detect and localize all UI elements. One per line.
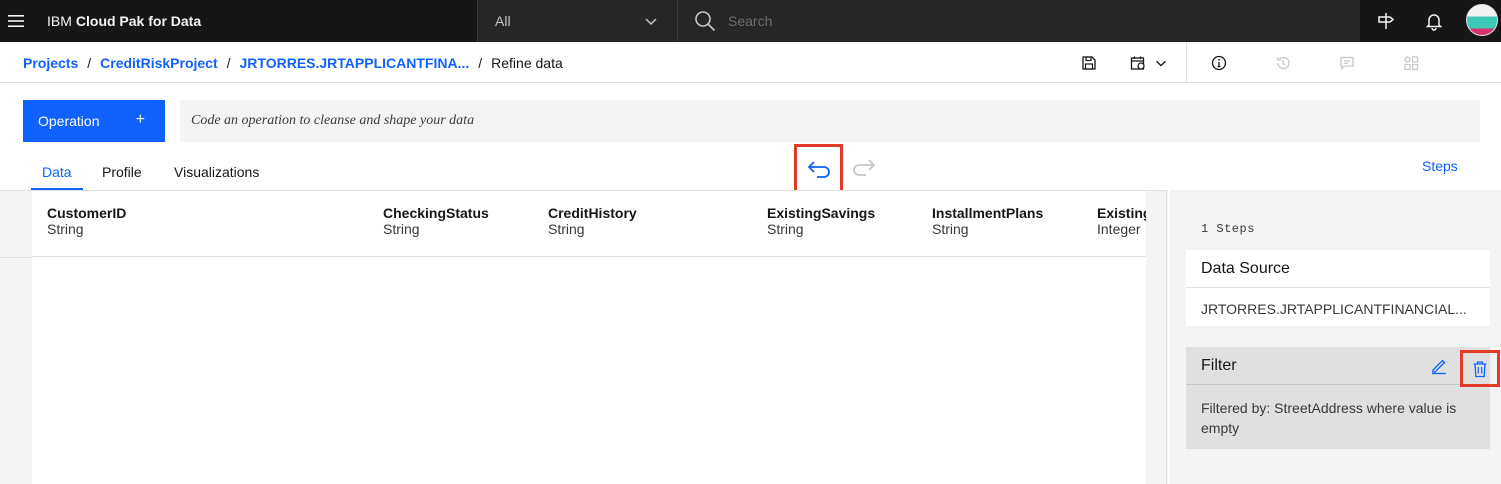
step-title: Data Source xyxy=(1186,250,1490,288)
user-avatar[interactable] xyxy=(1466,4,1498,36)
column-type: Integer xyxy=(1097,221,1141,237)
step-description: JRTORRES.JRTAPPLICANTFINANCIAL... xyxy=(1201,301,1467,317)
column-name: ExistingSavings xyxy=(767,205,876,221)
column-name: CreditHistory xyxy=(548,205,637,221)
column-header-existingsavings[interactable]: ExistingSavings String xyxy=(767,205,875,237)
steps-panel: 1 Steps Data Source JRTORRES.JRTAPPLICAN… xyxy=(1170,190,1501,484)
column-header-customerid[interactable]: CustomerID String xyxy=(47,205,126,237)
brand-name: Cloud Pak for Data xyxy=(75,13,202,29)
redo-button[interactable] xyxy=(849,156,879,180)
row-divider xyxy=(0,257,32,258)
tab-data[interactable]: Data xyxy=(31,164,83,190)
breadcrumb-projects[interactable]: Projects xyxy=(23,55,78,71)
search-input[interactable] xyxy=(728,13,1328,29)
breadcrumb-separator: / xyxy=(478,54,483,71)
column-name: Existing xyxy=(1097,205,1146,221)
app-brand[interactable]: IBM Cloud Pak for Data xyxy=(47,0,201,42)
brand-prefix: IBM xyxy=(47,13,72,29)
comments-icon[interactable] xyxy=(1338,42,1356,83)
column-type: String xyxy=(932,221,969,237)
operation-button-label: Operation xyxy=(38,113,100,129)
column-type: String xyxy=(383,221,420,237)
breadcrumb-separator: / xyxy=(226,54,231,71)
breadcrumb-current: Refine data xyxy=(491,54,563,71)
column-header-installmentplans[interactable]: InstallmentPlans String xyxy=(932,205,1043,237)
data-grid-area: CustomerID String CheckingStatus String … xyxy=(0,190,1168,484)
global-search xyxy=(677,0,1360,42)
save-icon[interactable] xyxy=(1081,42,1097,83)
column-header-existing[interactable]: Existing Integer xyxy=(1097,205,1146,237)
column-name: CustomerID xyxy=(47,205,127,221)
chevron-down-icon[interactable] xyxy=(1154,42,1168,83)
column-type: String xyxy=(767,221,804,237)
related-assets-icon[interactable] xyxy=(1402,42,1420,83)
scope-dropdown[interactable]: All xyxy=(477,0,677,42)
signpost-icon[interactable] xyxy=(1362,0,1410,42)
step-card-data-source[interactable]: Data Source JRTORRES.JRTAPPLICANTFINANCI… xyxy=(1186,250,1490,326)
menu-icon[interactable] xyxy=(0,0,32,42)
search-icon xyxy=(695,11,716,32)
column-type: String xyxy=(548,221,585,237)
notification-bell-icon[interactable] xyxy=(1410,0,1458,42)
step-card-filter[interactable]: Filter Filtered by: StreetAddress where … xyxy=(1186,347,1500,449)
edit-icon[interactable] xyxy=(1430,357,1448,375)
breadcrumb-project[interactable]: CreditRiskProject xyxy=(100,55,217,71)
panel-divider xyxy=(1166,190,1167,484)
column-name: InstallmentPlans xyxy=(932,205,1044,221)
top-nav: IBM Cloud Pak for Data All xyxy=(0,0,1501,42)
delete-step-button[interactable] xyxy=(1460,350,1500,387)
column-name: CheckingStatus xyxy=(383,205,489,221)
undo-icon xyxy=(807,161,830,178)
chevron-down-icon xyxy=(645,18,657,26)
undo-button[interactable] xyxy=(794,144,843,196)
toolbar-divider xyxy=(1186,42,1187,83)
column-header-checkingstatus[interactable]: CheckingStatus String xyxy=(383,205,489,237)
column-header-credithistory[interactable]: CreditHistory String xyxy=(548,205,637,237)
history-icon[interactable] xyxy=(1274,42,1292,83)
redo-icon xyxy=(853,159,876,176)
schedule-job-icon[interactable] xyxy=(1129,42,1147,83)
grid-header-row: CustomerID String CheckingStatus String … xyxy=(32,191,1146,257)
scope-selected-value: All xyxy=(495,13,511,29)
data-grid: CustomerID String CheckingStatus String … xyxy=(32,191,1146,484)
operation-button[interactable]: Operation + xyxy=(23,100,165,142)
breadcrumb: Projects / CreditRiskProject / JRTORRES.… xyxy=(23,42,563,83)
breadcrumb-separator: / xyxy=(87,54,92,71)
tab-visualizations[interactable]: Visualizations xyxy=(174,164,259,190)
breadcrumb-asset[interactable]: JRTORRES.JRTAPPLICANTFINA... xyxy=(240,55,470,71)
steps-link[interactable]: Steps xyxy=(1422,158,1458,174)
plus-icon: + xyxy=(135,111,145,128)
code-operation-input[interactable] xyxy=(180,100,1480,142)
column-type: String xyxy=(47,221,84,237)
info-icon[interactable] xyxy=(1210,42,1228,83)
breadcrumb-bar: Projects / CreditRiskProject / JRTORRES.… xyxy=(0,42,1501,83)
step-description: Filtered by: StreetAddress where value i… xyxy=(1201,400,1457,436)
steps-count: 1 Steps xyxy=(1201,222,1255,236)
trash-icon xyxy=(1473,360,1487,377)
tab-profile[interactable]: Profile xyxy=(102,164,142,190)
